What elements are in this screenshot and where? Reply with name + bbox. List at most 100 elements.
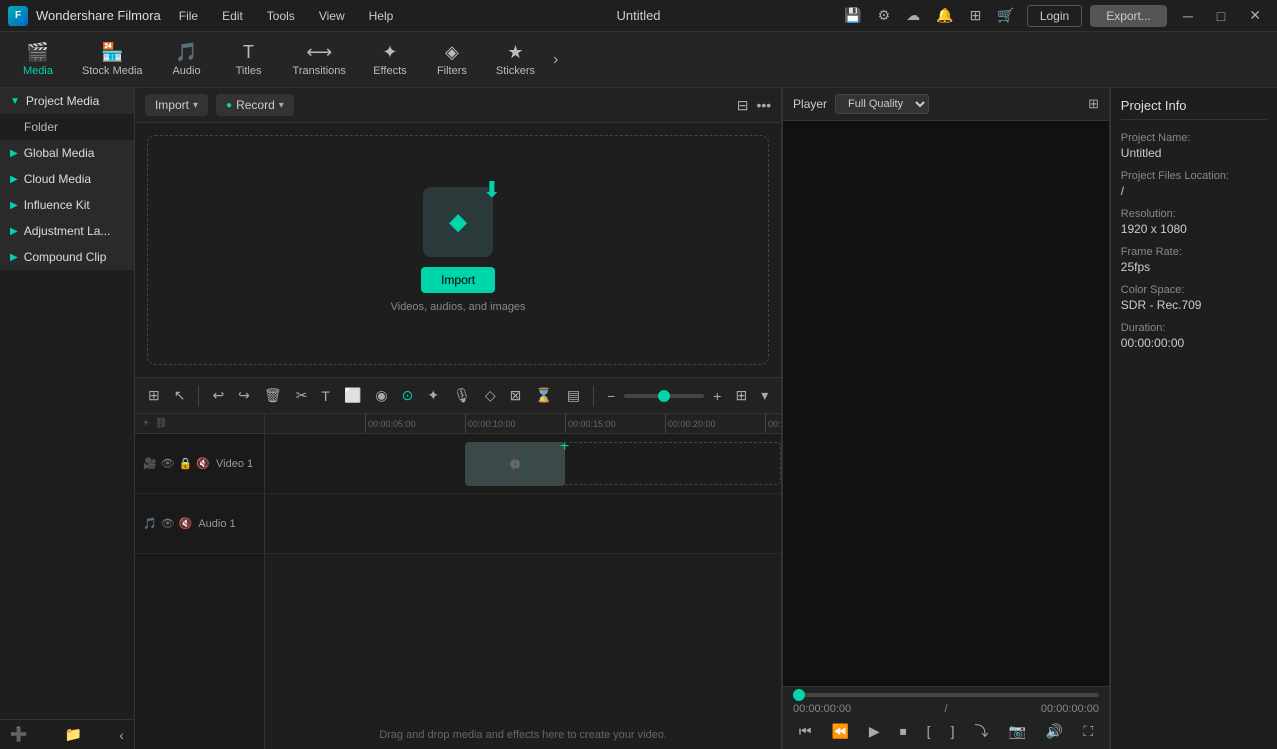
apps-icon[interactable]: ⊞ — [966, 5, 986, 26]
menu-item-file[interactable]: File — [169, 5, 208, 27]
track-row-video1[interactable]: + — [265, 434, 781, 494]
cart-icon[interactable]: 🛒 — [993, 5, 1018, 26]
track-eye-icon[interactable]: 👁 — [161, 457, 175, 470]
zoom-out-icon[interactable]: − — [602, 385, 620, 407]
total-time: 00:00:00:00 — [1041, 703, 1099, 715]
export-button[interactable]: Export... — [1090, 5, 1167, 27]
split-icon[interactable]: ⊠ — [505, 384, 527, 407]
delete-icon[interactable]: 🗑 — [259, 384, 287, 407]
more-options-icon[interactable]: ••• — [757, 97, 772, 113]
snap-icon[interactable]: ⊙ — [397, 384, 419, 407]
toolbar-stickers[interactable]: ★Stickers — [484, 36, 547, 83]
media-panel-toolbar: Import ▾ ● Record ▾ ⊟ ••• — [135, 88, 781, 123]
sidebar-item-folder[interactable]: Folder — [0, 114, 134, 140]
sidebar-footer: ➕ 📁 ‹ — [0, 719, 134, 749]
track-add-icon[interactable]: + — [143, 418, 149, 429]
settings-icon[interactable]: ⚙ — [874, 5, 895, 26]
player-area — [783, 121, 1109, 686]
info-row: Duration:00:00:00:00 — [1121, 322, 1267, 350]
player-expand-icon[interactable]: ⊞ — [1088, 96, 1099, 112]
sidebar-header-cloud-media[interactable]: ▶Cloud Media — [0, 166, 134, 192]
stab-icon[interactable]: ✦ — [422, 384, 444, 407]
menu-item-tools[interactable]: Tools — [257, 5, 305, 27]
sidebar-header-influence-kit[interactable]: ▶Influence Kit — [0, 192, 134, 218]
sidebar-header-compound-clip[interactable]: ▶Compound Clip — [0, 244, 134, 270]
import-zone-button[interactable]: Import — [421, 267, 495, 293]
track-mute-icon[interactable]: 🔇 — [196, 457, 210, 470]
sidebar-collapse-icon[interactable]: ‹ — [119, 727, 124, 743]
import-button[interactable]: Import ▾ — [145, 94, 208, 116]
cut-icon[interactable]: ✂ — [291, 384, 313, 407]
toolbar-effects[interactable]: ✦Effects — [360, 36, 420, 83]
audio-icon[interactable]: 🎙 — [448, 384, 476, 407]
zoom-slider[interactable] — [624, 394, 704, 398]
add-to-timeline-icon[interactable]: ⤵ — [970, 719, 992, 743]
notification-icon[interactable]: 🔔 — [932, 5, 957, 26]
info-row: Color Space:SDR - Rec.709 — [1121, 284, 1267, 312]
skip-back-icon[interactable]: ⏮ — [795, 721, 816, 742]
sidebar-header-project-media[interactable]: ▼Project Media — [0, 88, 134, 114]
ruler-mark: 00:00:15:00 — [565, 414, 616, 433]
zoom-in-icon[interactable]: + — [708, 385, 726, 407]
drop-arrow-icon: ⬇ — [483, 177, 501, 203]
sidebar-add-folder-icon[interactable]: ➕ — [10, 726, 27, 743]
step-back-icon[interactable]: ⏪ — [827, 721, 852, 742]
play-icon[interactable]: ▶ — [865, 721, 884, 742]
speed-icon[interactable]: ⌛ — [530, 384, 557, 407]
crop-icon[interactable]: ⬜ — [339, 384, 366, 407]
transitions-label: Transitions — [293, 65, 346, 77]
close-button[interactable]: ✕ — [1241, 5, 1269, 26]
backup-icon[interactable]: 💾 — [840, 5, 865, 26]
sidebar-new-folder-icon[interactable]: 📁 — [65, 726, 82, 743]
toolbar-media[interactable]: 🎬Media — [8, 36, 68, 83]
undo-icon[interactable]: ↩ — [207, 384, 229, 407]
menu-item-edit[interactable]: Edit — [212, 5, 253, 27]
track-camera-icon[interactable]: 🎥 — [143, 457, 157, 470]
crop2-icon[interactable]: ▤ — [562, 384, 585, 407]
login-button[interactable]: Login — [1027, 5, 1082, 27]
minimize-button[interactable]: ─ — [1175, 6, 1201, 26]
toolbar-titles[interactable]: TTitles — [219, 36, 279, 83]
track-lock-icon[interactable]: 🔒 — [179, 457, 193, 470]
menu-item-help[interactable]: Help — [359, 5, 404, 27]
track-name-video1: Video 1 — [216, 458, 253, 470]
fullscreen-icon[interactable]: ⛶ — [1079, 721, 1097, 742]
track-row-audio1[interactable] — [265, 494, 781, 554]
record-button[interactable]: ● Record ▾ — [216, 94, 294, 116]
maximize-button[interactable]: □ — [1209, 6, 1233, 26]
layout-icon[interactable]: ⊞ — [730, 384, 752, 407]
sidebar-header-global-media[interactable]: ▶Global Media — [0, 140, 134, 166]
select-tool-icon[interactable]: ↖ — [169, 384, 191, 407]
track-mute2-icon[interactable]: 🔇 — [179, 517, 193, 530]
track-link-icon[interactable]: ⛓ — [155, 418, 168, 429]
filter-icon[interactable]: ⊟ — [737, 97, 749, 114]
toolbar-transitions[interactable]: ⟷Transitions — [281, 36, 358, 83]
info-value: 00:00:00:00 — [1121, 336, 1267, 350]
menu-item-view[interactable]: View — [309, 5, 355, 27]
text-icon[interactable]: T — [316, 385, 335, 407]
toolbar-filters[interactable]: ◈Filters — [422, 36, 482, 83]
toolbar-more-icon[interactable]: › — [549, 47, 562, 73]
toolbar-stock[interactable]: 🏪Stock Media — [70, 36, 155, 83]
progress-thumb[interactable] — [793, 689, 805, 701]
cloud-icon[interactable]: ☁ — [902, 5, 924, 26]
color-icon[interactable]: ◉ — [370, 384, 392, 407]
drop-zone[interactable]: ⬇ ◆ Import Videos, audios, and images — [147, 135, 769, 365]
redo-icon[interactable]: ↪ — [233, 384, 255, 407]
mark-in-icon[interactable]: [ — [923, 721, 935, 741]
sidebar-header-adjustment-la[interactable]: ▶Adjustment La... — [0, 218, 134, 244]
mark-out-icon[interactable]: ] — [947, 721, 959, 741]
keyframe-icon[interactable]: ◇ — [480, 384, 501, 407]
window-title: Untitled — [616, 8, 660, 23]
stop-icon[interactable]: ⏹ — [896, 721, 911, 742]
titlebar-left: F Wondershare Filmora FileEditToolsViewH… — [8, 5, 403, 27]
track-eye2-icon[interactable]: 👁 — [161, 517, 175, 530]
track-audio-icon[interactable]: 🎵 — [143, 517, 157, 530]
toolbar-audio[interactable]: 🎵Audio — [157, 36, 217, 83]
scene-detect-icon[interactable]: ⊞ — [143, 384, 165, 407]
layout-options-icon[interactable]: ▾ — [756, 384, 773, 407]
quality-select[interactable]: Full Quality 1/2 Quality 1/4 Quality — [835, 94, 929, 114]
snapshot-icon[interactable]: 📷 — [1004, 721, 1029, 742]
volume-icon[interactable]: 🔊 — [1042, 721, 1067, 742]
progress-bar[interactable] — [793, 693, 1099, 697]
